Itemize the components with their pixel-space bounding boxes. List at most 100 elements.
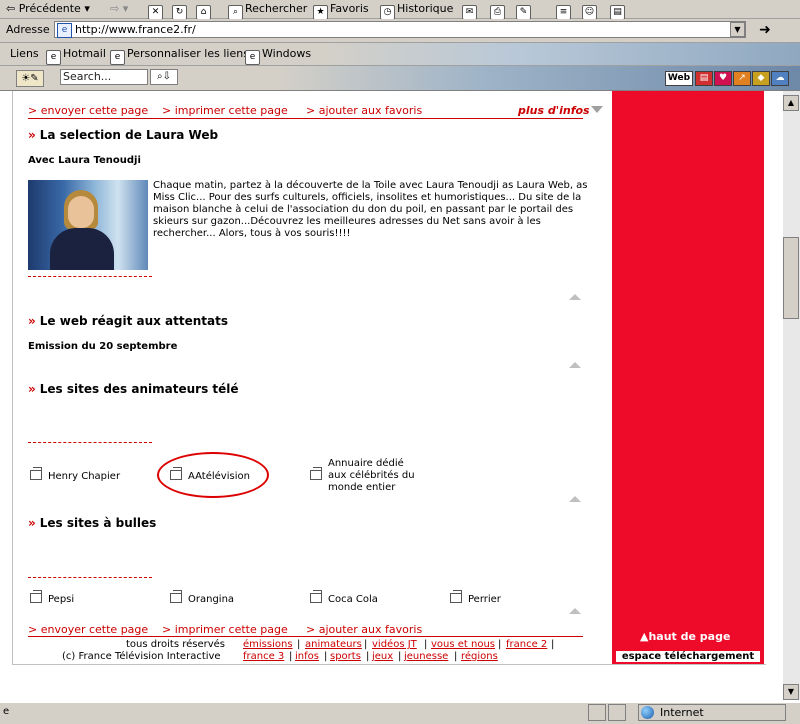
footer-link-animateurs[interactable]: animateurs bbox=[305, 639, 362, 650]
links-bar: Liens e Hotmail e Personnaliser les liens … bbox=[0, 43, 800, 66]
site-link-orangina[interactable]: Orangina bbox=[170, 590, 235, 605]
footer-separator: | bbox=[366, 651, 370, 662]
add-favorites-link[interactable]: > ajouter aux favoris bbox=[306, 104, 422, 117]
scroll-up-icon[interactable]: ▲ bbox=[783, 95, 799, 111]
address-input[interactable]: http://www.france2.fr/ bbox=[54, 21, 746, 38]
chevron-down-icon: ▾ bbox=[84, 2, 90, 15]
discuss-button[interactable]: ≡ bbox=[556, 1, 573, 20]
footer-link-france-3[interactable]: france 3 bbox=[243, 651, 284, 662]
globe-icon bbox=[641, 706, 654, 719]
toolbar-search-input[interactable]: Search... bbox=[60, 69, 148, 85]
search-button[interactable]: ⌕ Rechercher bbox=[228, 1, 307, 20]
site-link-henry-chapier[interactable]: Henry Chapier bbox=[30, 467, 120, 482]
chart-icon[interactable]: ↗ bbox=[733, 71, 751, 86]
site-link-pepsi[interactable]: Pepsi bbox=[30, 590, 74, 605]
section-subtitle[interactable]: Emission du 20 septembre bbox=[28, 341, 177, 352]
research-button[interactable]: ▤ bbox=[610, 1, 627, 20]
site-link-annuaire[interactable]: Annuaire dédié aux célébrités du monde e… bbox=[310, 458, 420, 494]
section-title-text: La selection de Laura Web bbox=[39, 128, 219, 142]
section-title-text: Le web réagit aux attentats bbox=[39, 314, 229, 328]
home-button[interactable]: ⌂ bbox=[196, 1, 213, 20]
stop-button[interactable]: ✕ bbox=[148, 1, 165, 20]
footer-link-infos[interactable]: infos bbox=[295, 651, 319, 662]
heart-icon[interactable]: ♥ bbox=[714, 71, 732, 86]
triangle-down-icon[interactable] bbox=[591, 106, 603, 113]
address-label: Adresse bbox=[6, 23, 50, 36]
add-favorites-link[interactable]: > ajouter aux favoris bbox=[306, 623, 422, 636]
edit-button[interactable]: ✎ bbox=[516, 1, 533, 20]
link-hotmail[interactable]: e Hotmail bbox=[46, 47, 106, 65]
new-window-icon bbox=[30, 467, 42, 480]
scrollbar-thumb[interactable] bbox=[783, 237, 799, 319]
download-space-link[interactable]: espace téléchargement bbox=[615, 650, 761, 663]
frame-border bbox=[12, 91, 13, 665]
send-page-link[interactable]: > envoyer cette page bbox=[28, 104, 148, 117]
forward-button[interactable]: ⇨ ▾ bbox=[110, 1, 128, 17]
footer-link-france-2[interactable]: france 2 bbox=[506, 639, 547, 650]
section-title-laura-web: » La selection de Laura Web bbox=[28, 128, 218, 142]
link-label: Hotmail bbox=[63, 47, 106, 60]
back-to-top-icon[interactable] bbox=[569, 294, 581, 300]
section-title-text: Les sites à bulles bbox=[39, 516, 157, 530]
search-go-icon[interactable]: ⌕⇩ bbox=[150, 69, 178, 85]
back-button[interactable]: ⇦ Précédente ▾ bbox=[6, 1, 90, 17]
back-to-top-icon[interactable] bbox=[569, 608, 581, 614]
go-arrow-icon[interactable]: ➜ bbox=[752, 21, 778, 39]
weather-icon[interactable]: ☁ bbox=[771, 71, 789, 86]
more-info-link[interactable]: plus d'infos bbox=[518, 104, 590, 117]
back-to-top-icon[interactable] bbox=[569, 362, 581, 368]
messenger-button[interactable]: ☺ bbox=[582, 1, 599, 20]
vertical-scrollbar[interactable] bbox=[783, 91, 800, 700]
refresh-icon: ↻ bbox=[172, 5, 187, 20]
site-link-coca-cola[interactable]: Coca Cola bbox=[310, 590, 378, 605]
scroll-down-icon[interactable]: ▼ bbox=[783, 684, 799, 700]
favorites-icon: ★ bbox=[313, 5, 328, 20]
home-icon: ⌂ bbox=[196, 5, 211, 20]
divider bbox=[28, 118, 583, 119]
search-toolbar: ☀✎ Search... ⌕⇩ Web ▤ ♥ ↗ ◆ ☁ bbox=[0, 66, 800, 91]
print-page-link[interactable]: > imprimer cette page bbox=[162, 104, 288, 117]
footer-link-emissions[interactable]: émissions bbox=[243, 639, 293, 650]
link-windows[interactable]: e Windows bbox=[245, 47, 311, 65]
favorites-button-label: Favoris bbox=[330, 2, 369, 15]
footer-link-jeunesse[interactable]: jeunesse bbox=[404, 651, 448, 662]
address-bar: Adresse http://www.france2.fr/ e ▼ ➜ bbox=[0, 19, 800, 43]
mail-button[interactable]: ✉ bbox=[462, 1, 479, 20]
send-page-link[interactable]: > envoyer cette page bbox=[28, 623, 148, 636]
site-label: Orangina bbox=[188, 594, 235, 605]
sun-icon[interactable]: ☀✎ bbox=[16, 70, 44, 87]
link-personnaliser[interactable]: e Personnaliser les liens bbox=[110, 47, 249, 65]
chevron-down-icon[interactable]: ▼ bbox=[730, 22, 745, 37]
dashed-divider bbox=[28, 577, 152, 578]
footer-separator: | bbox=[424, 639, 428, 650]
footer-link-vous-et-nous[interactable]: vous et nous bbox=[431, 639, 495, 650]
tag-icon[interactable]: ◆ bbox=[752, 71, 770, 86]
footer-link-regions[interactable]: régions bbox=[461, 651, 498, 662]
back-to-top-icon[interactable] bbox=[569, 496, 581, 502]
new-window-icon bbox=[450, 590, 462, 603]
footer-link-videos-jt[interactable]: vidéos JT bbox=[372, 639, 417, 650]
site-label: Annuaire dédié aux célébrités du monde e… bbox=[328, 458, 415, 493]
new-window-icon bbox=[30, 590, 42, 603]
footer-separator: | bbox=[454, 651, 458, 662]
footer-link-jeux[interactable]: jeux bbox=[372, 651, 393, 662]
photo-body bbox=[50, 228, 114, 270]
top-of-page-link[interactable]: ▲haut de page bbox=[640, 630, 730, 643]
web-button[interactable]: Web bbox=[665, 71, 693, 86]
favorites-button[interactable]: ★ Favoris bbox=[313, 1, 369, 20]
section-title-web-reagit[interactable]: » Le web réagit aux attentats bbox=[28, 314, 228, 328]
presenter-photo[interactable] bbox=[28, 180, 148, 270]
footer-separator: | bbox=[498, 639, 502, 650]
history-button[interactable]: ◷ Historique bbox=[380, 1, 453, 20]
footer-link-sports[interactable]: sports bbox=[330, 651, 361, 662]
top-of-page-label: haut de page bbox=[648, 630, 731, 643]
print-button[interactable]: ⎙ bbox=[490, 1, 507, 20]
section-title-text: Les sites des animateurs télé bbox=[39, 382, 239, 396]
site-link-perrier[interactable]: Perrier bbox=[450, 590, 501, 605]
shop-icon[interactable]: ▤ bbox=[695, 71, 713, 86]
page-icon: e bbox=[46, 50, 61, 65]
print-page-link[interactable]: > imprimer cette page bbox=[162, 623, 288, 636]
discuss-icon: ≡ bbox=[556, 5, 571, 20]
refresh-button[interactable]: ↻ bbox=[172, 1, 189, 20]
status-panel bbox=[608, 704, 626, 721]
